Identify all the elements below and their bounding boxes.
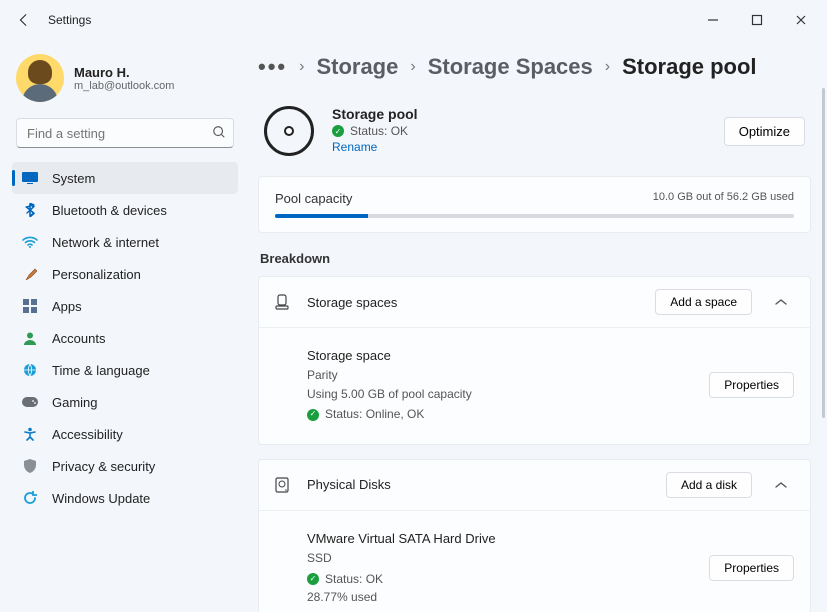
item-type: Parity — [307, 366, 472, 385]
status-ok-icon: ✓ — [307, 573, 319, 585]
nav-label: Windows Update — [52, 491, 150, 506]
capacity-label: Pool capacity — [275, 191, 352, 206]
chevron-up-icon[interactable] — [768, 293, 794, 311]
add-space-button[interactable]: Add a space — [655, 289, 752, 315]
search-icon — [212, 125, 226, 144]
breadcrumb-storage[interactable]: Storage — [316, 54, 398, 80]
search-box — [16, 118, 234, 148]
pool-title: Storage pool — [332, 106, 706, 122]
nav-label: Bluetooth & devices — [52, 203, 167, 218]
add-disk-button[interactable]: Add a disk — [666, 472, 752, 498]
minimize-button[interactable] — [695, 4, 731, 36]
storage-space-icon — [275, 294, 291, 310]
storage-spaces-panel: Storage spaces Add a space Storage space… — [258, 276, 811, 445]
nav-gaming[interactable]: Gaming — [12, 386, 238, 418]
nav-bluetooth[interactable]: Bluetooth & devices — [12, 194, 238, 226]
properties-button[interactable]: Properties — [709, 555, 794, 581]
item-used: 28.77% used — [307, 588, 496, 607]
update-icon — [22, 490, 38, 506]
nav-personalization[interactable]: Personalization — [12, 258, 238, 290]
window-title: Settings — [48, 13, 695, 27]
pool-header: Storage pool ✓ Status: OK Rename Optimiz… — [258, 98, 811, 176]
breakdown-heading: Breakdown — [260, 251, 811, 266]
breadcrumb-current: Storage pool — [622, 54, 756, 80]
nav-label: Privacy & security — [52, 459, 155, 474]
item-type: SSD — [307, 549, 496, 568]
nav-privacy[interactable]: Privacy & security — [12, 450, 238, 482]
nav-apps[interactable]: Apps — [12, 290, 238, 322]
optimize-button[interactable]: Optimize — [724, 117, 805, 146]
breadcrumb-storage-spaces[interactable]: Storage Spaces — [428, 54, 593, 80]
game-icon — [22, 394, 38, 410]
nav-label: System — [52, 171, 95, 186]
nav-label: Time & language — [52, 363, 150, 378]
properties-button[interactable]: Properties — [709, 372, 794, 398]
item-status: Status: Online, OK — [325, 405, 424, 424]
apps-icon — [22, 298, 38, 314]
chevron-right-icon: › — [299, 58, 304, 76]
search-input[interactable] — [16, 118, 234, 148]
nav-list: System Bluetooth & devices Network & int… — [12, 162, 238, 514]
breadcrumb-more[interactable]: ••• — [258, 54, 287, 80]
system-icon — [22, 170, 38, 186]
storage-space-item: Storage space Parity Using 5.00 GB of po… — [307, 338, 794, 432]
nav-label: Network & internet — [52, 235, 159, 250]
rename-link[interactable]: Rename — [332, 140, 377, 154]
accessibility-icon — [22, 426, 38, 442]
item-status: Status: OK — [325, 570, 383, 589]
nav-update[interactable]: Windows Update — [12, 482, 238, 514]
capacity-bar-fill — [275, 214, 368, 218]
maximize-button[interactable] — [739, 4, 775, 36]
nav-label: Accessibility — [52, 427, 123, 442]
avatar — [16, 54, 64, 102]
status-ok-icon: ✓ — [307, 409, 319, 421]
bluetooth-icon — [22, 202, 38, 218]
pool-disc-icon — [264, 106, 314, 156]
nav-accessibility[interactable]: Accessibility — [12, 418, 238, 450]
globe-icon — [22, 362, 38, 378]
nav-network[interactable]: Network & internet — [12, 226, 238, 258]
item-name: VMware Virtual SATA Hard Drive — [307, 529, 496, 549]
panel-title: Storage spaces — [307, 295, 639, 310]
sidebar: Mauro H. m_lab@outlook.com System Blueto… — [0, 40, 250, 612]
chevron-up-icon[interactable] — [768, 476, 794, 494]
chevron-right-icon: › — [605, 58, 610, 76]
status-ok-icon: ✓ — [332, 125, 344, 137]
close-button[interactable] — [783, 4, 819, 36]
physical-disks-panel: Physical Disks Add a disk VMware Virtual… — [258, 459, 811, 612]
panel-title: Physical Disks — [307, 477, 650, 492]
item-usage: Using 5.00 GB of pool capacity — [307, 385, 472, 404]
chevron-right-icon: › — [410, 58, 415, 76]
back-button[interactable] — [8, 4, 40, 36]
disk-item: VMware Virtual SATA Hard Drive SSD ✓ Stat… — [307, 521, 794, 612]
nav-label: Personalization — [52, 267, 141, 282]
user-header[interactable]: Mauro H. m_lab@outlook.com — [12, 48, 238, 118]
capacity-card: Pool capacity 10.0 GB out of 56.2 GB use… — [258, 176, 811, 233]
wifi-icon — [22, 234, 38, 250]
person-icon — [22, 330, 38, 346]
capacity-detail: 10.0 GB out of 56.2 GB used — [653, 191, 794, 206]
capacity-bar — [275, 214, 794, 218]
pool-status: Status: OK — [350, 124, 408, 138]
nav-label: Gaming — [52, 395, 98, 410]
nav-accounts[interactable]: Accounts — [12, 322, 238, 354]
nav-label: Apps — [52, 299, 82, 314]
brush-icon — [22, 266, 38, 282]
breadcrumb: ••• › Storage › Storage Spaces › Storage… — [258, 40, 811, 98]
item-name: Storage space — [307, 346, 472, 366]
nav-system[interactable]: System — [12, 162, 238, 194]
main-content: ••• › Storage › Storage Spaces › Storage… — [250, 40, 827, 612]
title-bar: Settings — [0, 0, 827, 40]
disk-icon — [275, 477, 291, 493]
user-email: m_lab@outlook.com — [74, 80, 174, 92]
user-name: Mauro H. — [74, 65, 174, 80]
nav-label: Accounts — [52, 331, 105, 346]
nav-time-language[interactable]: Time & language — [12, 354, 238, 386]
shield-icon — [22, 458, 38, 474]
scrollbar[interactable] — [822, 88, 825, 418]
